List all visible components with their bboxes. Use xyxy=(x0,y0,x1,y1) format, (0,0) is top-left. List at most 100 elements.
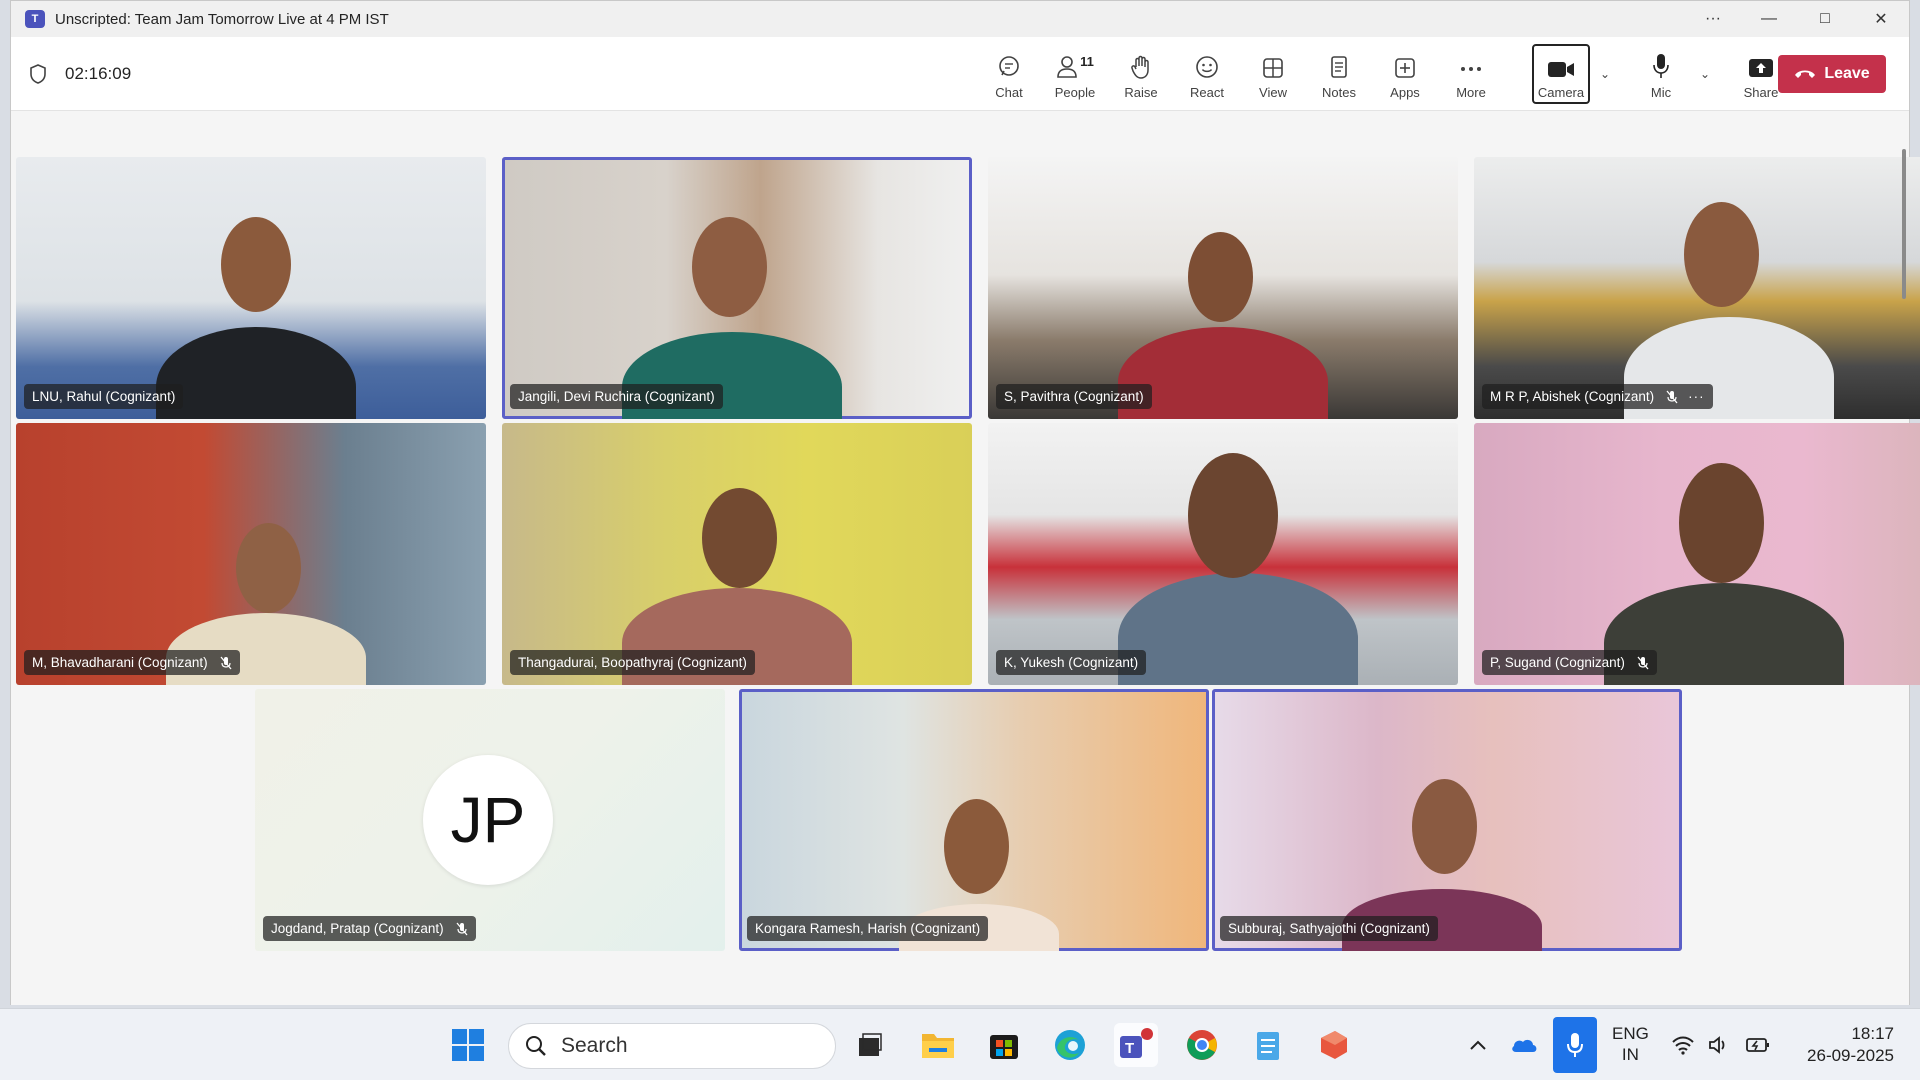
participant-tile[interactable]: Thangadurai, Boopathyraj (Cognizant) xyxy=(502,423,972,685)
participant-nametag: Subburaj, Sathyajothi (Cognizant) xyxy=(1220,916,1438,941)
wifi-button[interactable] xyxy=(1666,1023,1700,1067)
react-button[interactable]: React xyxy=(1174,44,1240,104)
participant-tile[interactable]: LNU, Rahul (Cognizant) xyxy=(16,157,486,419)
mic-icon xyxy=(1653,53,1669,78)
people-label: People xyxy=(1054,84,1096,100)
clock-date: 26-09-2025 xyxy=(1807,1046,1894,1065)
meeting-timer: 02:16:09 xyxy=(29,64,131,84)
react-label: React xyxy=(1190,84,1224,100)
maximize-icon[interactable]: □ xyxy=(1797,1,1853,37)
edge-button[interactable] xyxy=(1048,1023,1092,1067)
participant-nametag: Jangili, Devi Ruchira (Cognizant) xyxy=(510,384,723,409)
view-grid-icon xyxy=(1263,57,1283,78)
file-explorer-button[interactable] xyxy=(916,1023,960,1067)
avatar: JP xyxy=(423,755,553,885)
task-view-button[interactable] xyxy=(848,1023,892,1067)
participant-name: M, Bhavadharani (Cognizant) xyxy=(32,655,208,670)
participant-nametag: S, Pavithra (Cognizant) xyxy=(996,384,1152,409)
show-hidden-icons-button[interactable] xyxy=(1456,1023,1500,1067)
onedrive-cloud-icon xyxy=(1512,1039,1537,1052)
camera-button[interactable]: Camera xyxy=(1532,44,1590,104)
react-icon xyxy=(1196,55,1218,78)
participant-nametag: M R P, Abishek (Cognizant) ··· xyxy=(1482,384,1713,409)
participant-name: LNU, Rahul (Cognizant) xyxy=(32,389,176,404)
teams-taskbar-button[interactable]: T xyxy=(1114,1023,1158,1067)
participant-tile[interactable]: Kongara Ramesh, Harish (Cognizant) xyxy=(739,689,1209,951)
mic-off-icon xyxy=(220,656,232,670)
chevron-up-icon xyxy=(1470,1040,1486,1050)
more-options-icon[interactable]: ··· xyxy=(1685,1,1741,37)
participant-tile[interactable]: P, Sugand (Cognizant) xyxy=(1474,423,1920,685)
camera-options-chevron-icon[interactable]: ⌄ xyxy=(1594,67,1616,81)
volume-button[interactable] xyxy=(1702,1023,1736,1067)
raise-hand-button[interactable]: Raise xyxy=(1108,44,1174,104)
participant-name: S, Pavithra (Cognizant) xyxy=(1004,389,1144,404)
chat-label: Chat xyxy=(995,84,1023,100)
participant-tile[interactable]: JP Jogdand, Pratap (Cognizant) xyxy=(255,689,725,951)
participant-tile[interactable]: M R P, Abishek (Cognizant) ··· xyxy=(1474,157,1920,419)
notepad-button[interactable] xyxy=(1246,1023,1290,1067)
shield-icon xyxy=(30,63,46,84)
participant-name: Subburaj, Sathyajothi (Cognizant) xyxy=(1228,921,1430,936)
battery-button[interactable] xyxy=(1740,1023,1776,1067)
search-placeholder: Search xyxy=(561,1034,628,1057)
leave-button[interactable]: Leave xyxy=(1778,55,1886,93)
microphone-in-use-button[interactable] xyxy=(1553,1017,1597,1073)
notes-button[interactable]: Notes xyxy=(1306,44,1372,104)
mic-off-icon xyxy=(1637,656,1649,670)
search-icon xyxy=(526,1036,546,1056)
participant-tile[interactable]: M, Bhavadharani (Cognizant) xyxy=(16,423,486,685)
people-icon xyxy=(1057,55,1077,78)
apps-plus-icon xyxy=(1395,57,1415,78)
participant-nametag: M, Bhavadharani (Cognizant) xyxy=(24,650,240,675)
mic-options-chevron-icon[interactable]: ⌄ xyxy=(1694,67,1716,81)
teams-meeting-window: T Unscripted: Team Jam Tomorrow Live at … xyxy=(10,0,1920,1005)
participant-name: M R P, Abishek (Cognizant) xyxy=(1490,389,1655,404)
edge-icon xyxy=(1055,1030,1085,1060)
participant-nametag: LNU, Rahul (Cognizant) xyxy=(24,384,184,409)
view-label: View xyxy=(1259,84,1287,100)
onedrive-button[interactable] xyxy=(1502,1023,1546,1067)
people-button[interactable]: 11 People xyxy=(1042,44,1108,104)
gallery-scrollbar[interactable] xyxy=(1899,129,1909,999)
minimize-icon[interactable]: — xyxy=(1741,1,1797,37)
chrome-button[interactable] xyxy=(1180,1023,1224,1067)
apps-button[interactable]: Apps xyxy=(1372,44,1438,104)
apps-label: Apps xyxy=(1390,84,1420,100)
system-clock[interactable]: 18:17 26-09-2025 xyxy=(1790,1023,1894,1067)
start-button[interactable] xyxy=(446,1023,490,1067)
region-code: IN xyxy=(1621,1045,1639,1064)
chat-button[interactable]: Chat xyxy=(976,44,1042,104)
view-button[interactable]: View xyxy=(1240,44,1306,104)
participant-name: Jangili, Devi Ruchira (Cognizant) xyxy=(518,389,715,404)
participant-tile[interactable]: Jangili, Devi Ruchira (Cognizant) xyxy=(502,157,972,419)
participant-tile[interactable]: S, Pavithra (Cognizant) xyxy=(988,157,1458,419)
input-language[interactable]: ENG IN xyxy=(1612,1023,1649,1065)
speaker-icon xyxy=(1709,1036,1725,1054)
language-code: ENG xyxy=(1612,1024,1649,1043)
file-explorer-icon xyxy=(922,1034,954,1058)
more-button[interactable]: More xyxy=(1438,44,1504,104)
notes-icon xyxy=(1331,55,1347,78)
meeting-toolbar: 02:16:09 Chat 11 People Raise React View xyxy=(11,37,1909,111)
participant-name: Jogdand, Pratap (Cognizant) xyxy=(271,921,444,936)
share-label: Share xyxy=(1743,84,1779,100)
participant-name: Thangadurai, Boopathyraj (Cognizant) xyxy=(518,655,747,670)
participant-nametag: Kongara Ramesh, Harish (Cognizant) xyxy=(747,916,989,941)
chrome-icon xyxy=(1187,1030,1217,1060)
taskbar-search[interactable]: Search xyxy=(508,1023,836,1069)
participant-nametag: Thangadurai, Boopathyraj (Cognizant) xyxy=(510,650,755,675)
windows-start-icon xyxy=(452,1029,484,1061)
participant-tile[interactable]: K, Yukesh (Cognizant) xyxy=(988,423,1458,685)
participant-tile[interactable]: Subburaj, Sathyajothi (Cognizant) xyxy=(1212,689,1682,951)
more-options-icon[interactable]: ··· xyxy=(1688,389,1705,404)
raise-hand-icon xyxy=(1131,55,1149,79)
video-gallery: LNU, Rahul (Cognizant) Jangili, Devi Ruc… xyxy=(11,111,1920,1005)
close-icon[interactable]: ✕ xyxy=(1853,1,1909,37)
teams-icon: T xyxy=(1120,1028,1153,1058)
teams-icon: T xyxy=(25,10,45,28)
mic-button[interactable]: Mic xyxy=(1628,44,1694,104)
store-button[interactable] xyxy=(982,1023,1026,1067)
office-button[interactable] xyxy=(1312,1023,1356,1067)
more-label: More xyxy=(1456,84,1486,100)
